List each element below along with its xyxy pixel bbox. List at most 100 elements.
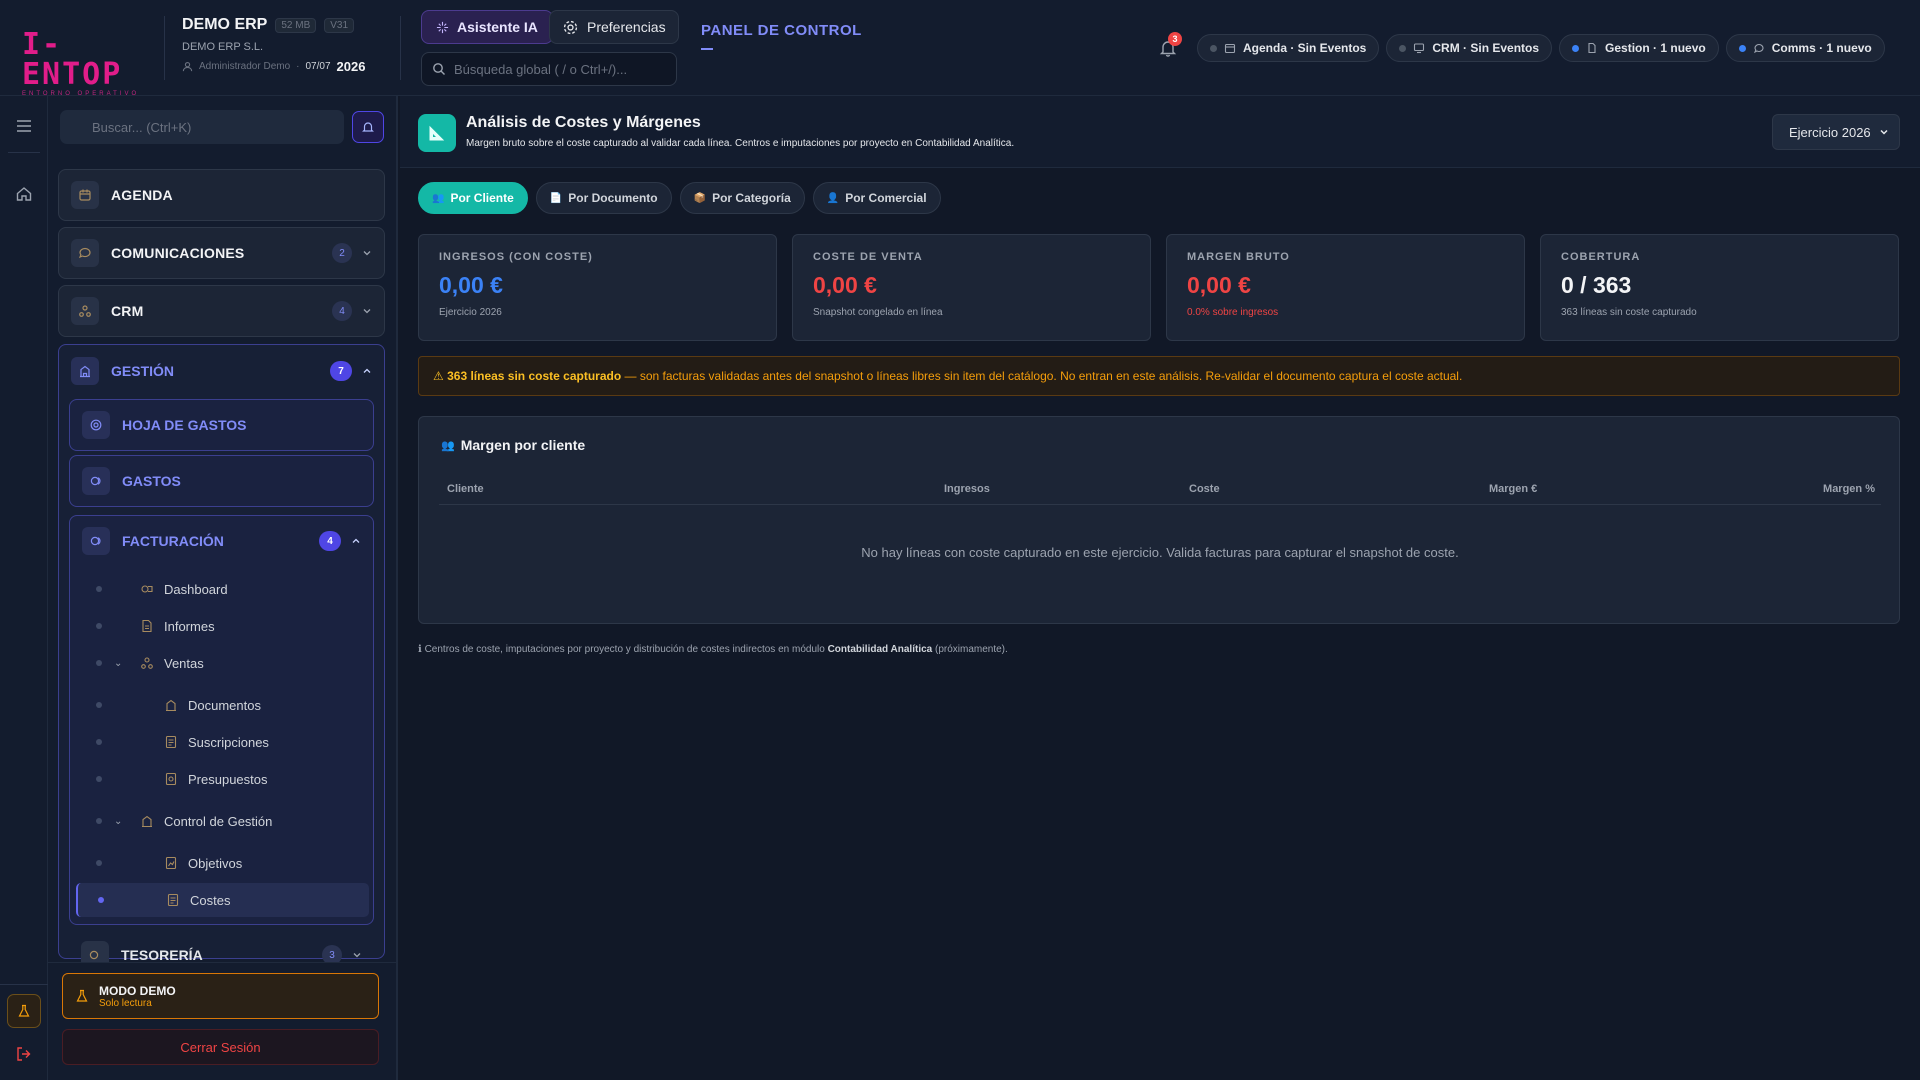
logout-button[interactable]: Cerrar Sesión xyxy=(62,1029,379,1065)
comms-status-pill[interactable]: Comms · 1 nuevo xyxy=(1725,34,1885,62)
agenda-status-pill[interactable]: Agenda · Sin Eventos xyxy=(1197,34,1380,62)
report-icon xyxy=(138,617,156,635)
logo-text: I-ENTOP xyxy=(22,27,123,92)
separator: · xyxy=(296,61,300,72)
column-header-coste[interactable]: Coste xyxy=(1189,483,1220,495)
sidebar-submodule-facturacion: FACTURACIÓN 4 Dashboard Informes ⌄ Venta… xyxy=(69,515,374,925)
column-header-margen-pct[interactable]: Margen % xyxy=(1823,483,1875,495)
status-dot xyxy=(1210,44,1217,52)
sidebar-module-comunicaciones[interactable]: COMUNICACIONES 2 xyxy=(58,227,385,279)
tree-bullet xyxy=(96,860,102,866)
gestion-header[interactable]: GESTIÓN 7 xyxy=(59,345,384,397)
preferences-button[interactable]: Preferencias xyxy=(549,10,679,44)
chart-icon xyxy=(162,854,180,872)
building-icon xyxy=(138,812,156,830)
exercise-select-value: Ejercicio 2026 xyxy=(1789,124,1871,140)
sidebar-footer: MODO DEMO Solo lectura Cerrar Sesión xyxy=(48,962,396,1080)
tree-item-documentos[interactable]: Documentos xyxy=(76,688,369,722)
page-icon xyxy=(418,114,456,152)
warning-text: — son facturas validadas antes del snaps… xyxy=(621,369,1463,383)
tree-item-ventas[interactable]: ⌄ Ventas xyxy=(76,646,369,680)
crm-module-icon xyxy=(71,297,99,325)
exercise-select[interactable]: Ejercicio 2026 xyxy=(1772,114,1900,150)
preferences-label: Preferencias xyxy=(587,19,666,35)
tab-por-cliente[interactable]: 👥 Por Cliente xyxy=(418,182,528,214)
kpi-coste-venta: COSTE DE VENTA 0,00 € Snapshot congelado… xyxy=(792,234,1151,341)
page-subtitle: Margen bruto sobre el coste capturado al… xyxy=(466,138,1015,149)
flask-icon xyxy=(76,989,88,1002)
tab-label: Por Cliente xyxy=(450,191,514,205)
ruler-triangle-icon xyxy=(429,125,445,141)
user-icon xyxy=(182,62,193,72)
facturacion-header[interactable]: FACTURACIÓN 4 xyxy=(70,516,373,566)
sidebar-search-input[interactable]: Buscar... (Ctrl+K) xyxy=(60,110,344,144)
tree-item-costes[interactable]: Costes xyxy=(76,883,369,917)
sidebar-module-agenda[interactable]: AGENDA xyxy=(58,169,385,221)
file-icon xyxy=(1588,42,1596,54)
gestion-status-pill[interactable]: Gestion · 1 nuevo xyxy=(1559,34,1719,62)
bell-icon xyxy=(362,122,374,132)
quote-icon xyxy=(162,770,180,788)
comunicaciones-module-icon xyxy=(71,239,99,267)
agenda-module-icon xyxy=(71,181,99,209)
tree-item-presupuestos[interactable]: Presupuestos xyxy=(76,762,369,796)
coins-icon xyxy=(90,476,101,486)
brand-logo[interactable]: I-ENTOP ENTORNO OPERATIVO xyxy=(22,30,142,98)
footer-note-suffix: (próximamente). xyxy=(932,644,1008,655)
crm-status-pill[interactable]: CRM · Sin Eventos xyxy=(1386,34,1553,62)
column-header-ingresos[interactable]: Ingresos xyxy=(944,483,990,495)
agenda-status-label: Agenda · Sin Eventos xyxy=(1243,41,1367,55)
network-icon xyxy=(79,305,91,317)
icon-rail xyxy=(0,96,48,1080)
comms-status-label: Comms · 1 nuevo xyxy=(1771,41,1872,55)
card-title: 👥 Margen por cliente xyxy=(441,437,585,453)
demo-mode-title: MODO DEMO xyxy=(99,983,176,998)
sidebar-module-label: CRM xyxy=(111,303,144,319)
sidebar-notifications-button[interactable] xyxy=(352,111,384,143)
kpi-label: COSTE DE VENTA xyxy=(813,251,923,263)
building-icon xyxy=(80,365,90,378)
empty-state-message: No hay líneas con coste capturado en est… xyxy=(861,545,1459,560)
sidebar-module-label: COMUNICACIONES xyxy=(111,245,245,261)
tree-item-objetivos[interactable]: Objetivos xyxy=(76,846,369,880)
tab-por-categoria[interactable]: 📦 Por Categoría xyxy=(679,182,805,214)
tree-item-label: Informes xyxy=(164,618,215,634)
footer-note-prefix: ℹ Centros de coste, imputaciones por pro… xyxy=(418,644,828,655)
kpi-margen-bruto: MARGEN BRUTO 0,00 € 0.0% sobre ingresos xyxy=(1166,234,1525,341)
tree-item-control-gestion[interactable]: ⌄ Control de Gestión xyxy=(76,804,369,838)
sidebar-module-crm[interactable]: CRM 4 xyxy=(58,285,385,337)
sidebar-submodule-hoja-gastos[interactable]: HOJA DE GASTOS xyxy=(69,399,374,451)
logout-rail-button[interactable] xyxy=(12,1042,36,1066)
gear-icon xyxy=(563,20,578,34)
tab-por-comercial[interactable]: 👤 Por Comercial xyxy=(812,182,941,214)
tree-bullet xyxy=(96,586,102,592)
chevron-down-icon xyxy=(1880,129,1888,135)
demo-mode-button[interactable] xyxy=(7,994,41,1028)
column-header-cliente[interactable]: Cliente xyxy=(447,483,484,495)
tab-por-documento[interactable]: 📄 Por Documento xyxy=(535,182,672,214)
building-icon xyxy=(162,696,180,714)
tree-bullet xyxy=(96,776,102,782)
chat-icon xyxy=(78,247,91,259)
search-icon xyxy=(433,63,445,75)
hamburger-icon xyxy=(17,120,31,132)
module-count-badge: 2 xyxy=(332,243,352,263)
ai-assistant-button[interactable]: Asistente IA xyxy=(421,10,553,44)
card-title-label: Margen por cliente xyxy=(460,437,586,453)
global-search-input[interactable]: Búsqueda global ( / o Ctrl+/)... xyxy=(421,52,677,86)
current-year[interactable]: 2026 xyxy=(337,59,366,74)
home-button[interactable] xyxy=(12,182,36,206)
sidebar-module-label: AGENDA xyxy=(111,187,173,203)
sidebar-search-placeholder: Buscar... (Ctrl+K) xyxy=(92,119,192,135)
tree-item-dashboard[interactable]: Dashboard xyxy=(76,572,369,606)
flask-icon xyxy=(18,1004,30,1017)
main-content: Análisis de Costes y Márgenes Margen bru… xyxy=(400,96,1920,1080)
column-header-margen-euros[interactable]: Margen € xyxy=(1489,483,1537,495)
sidebar-submodule-gastos[interactable]: GASTOS xyxy=(69,455,374,507)
tree-item-informes[interactable]: Informes xyxy=(76,609,369,643)
panel-title[interactable]: PANEL DE CONTROL xyxy=(701,22,862,39)
tree-item-suscripciones[interactable]: Suscripciones xyxy=(76,725,369,759)
hoja-gastos-icon xyxy=(82,411,110,439)
menu-toggle[interactable] xyxy=(12,114,36,138)
tree-item-label: Dashboard xyxy=(164,581,228,597)
